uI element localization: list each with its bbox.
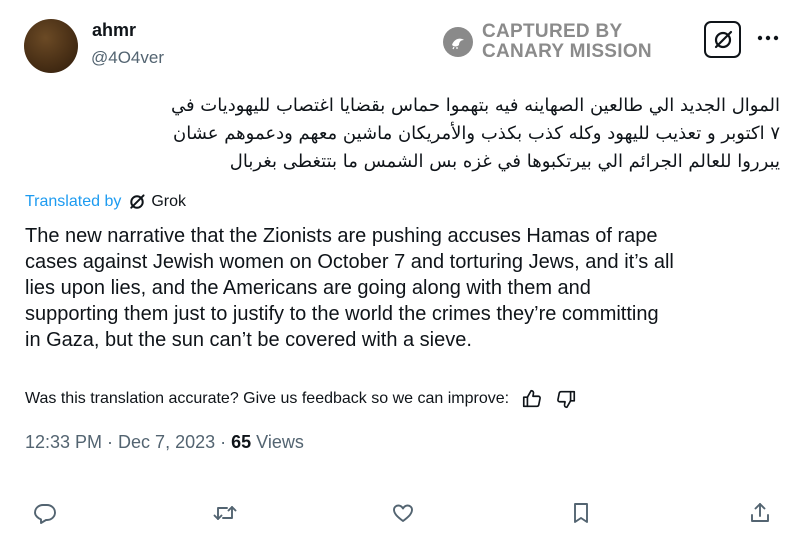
translation-line-1: The new narrative that the Zionists are …	[25, 225, 658, 247]
display-name[interactable]: ahmr	[92, 20, 136, 41]
arabic-line-2: ٧ اكتوبر و تعذيب لليهود وكله كذب بكذب وا…	[172, 123, 780, 144]
translator-name: Grok	[151, 193, 187, 210]
tweet-translation: The new narrative that the Zionists are …	[25, 223, 785, 353]
grok-logo-icon	[128, 193, 146, 211]
handle[interactable]: @4O4ver	[91, 48, 164, 68]
action-bar	[0, 496, 800, 528]
retweet-icon[interactable]	[212, 500, 238, 526]
translated-by-link[interactable]: Translated by	[25, 193, 121, 211]
reply-icon[interactable]	[32, 500, 58, 526]
translation-line-5: in Gaza, but the sun can’t be covered wi…	[25, 329, 472, 351]
bookmark-icon[interactable]	[568, 500, 594, 526]
canary-bird-icon	[443, 27, 473, 57]
avatar[interactable]	[24, 19, 78, 73]
views-count: 65	[231, 432, 252, 452]
arabic-line-3: يبرروا للعالم الجرائم الي بيرتكبوها في غ…	[229, 151, 780, 172]
tweet-date[interactable]: Dec 7, 2023	[118, 432, 215, 452]
thumbs-up-icon[interactable]	[521, 388, 543, 410]
tweet-time[interactable]: 12:33 PM	[25, 432, 102, 452]
more-button[interactable]	[756, 26, 780, 50]
more-icon	[757, 35, 779, 41]
watermark-line2: CANARY MISSION	[482, 41, 652, 62]
arabic-line-1: الموال الجديد الي طالعين الصهاينه فيه بت…	[170, 95, 780, 116]
thumbs-down-icon[interactable]	[555, 388, 577, 410]
meta-separator: ·	[102, 432, 119, 452]
grok-icon	[712, 29, 734, 51]
translation-line-4: supporting them just to justify to the w…	[25, 303, 659, 325]
translation-feedback: Was this translation accurate? Give us f…	[25, 388, 577, 410]
share-icon[interactable]	[747, 500, 773, 526]
meta-separator: ·	[215, 432, 232, 452]
watermark: CAPTURED BY CANARY MISSION	[443, 21, 652, 63]
watermark-text: CAPTURED BY CANARY MISSION	[482, 22, 652, 62]
translation-line-3: lies upon lies, and the Americans are go…	[25, 277, 591, 299]
translation-line-2: cases against Jewish women on October 7 …	[25, 251, 674, 273]
translated-by: Translated by Grok	[25, 193, 186, 211]
feedback-prompt: Was this translation accurate? Give us f…	[25, 390, 510, 407]
tweet-text-arabic: الموال الجديد الي طالعين الصهاينه فيه بت…	[24, 92, 780, 176]
grok-button[interactable]	[704, 21, 741, 58]
like-icon[interactable]	[390, 500, 416, 526]
tweet-meta: 12:33 PM · Dec 7, 2023 · 65 Views	[25, 432, 304, 453]
views-label: Views	[251, 432, 304, 452]
watermark-line1: CAPTURED BY	[482, 21, 623, 42]
